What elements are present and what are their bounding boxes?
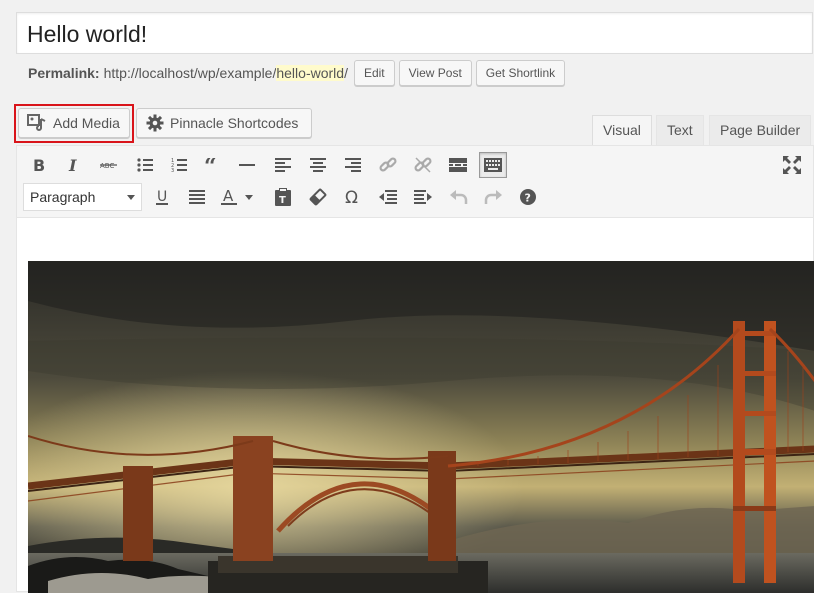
- italic-icon[interactable]: I: [59, 152, 87, 178]
- align-right-icon[interactable]: [339, 152, 367, 178]
- editor-toolbar: B I ABC 123 “ Paragraph U A T Ω ?: [17, 146, 813, 218]
- format-select-value: Paragraph: [30, 189, 96, 205]
- permalink-slug[interactable]: hello-world: [276, 65, 345, 81]
- bullet-list-icon[interactable]: [131, 152, 159, 178]
- paste-text-icon[interactable]: T: [269, 184, 297, 210]
- read-more-icon[interactable]: [444, 152, 472, 178]
- view-post-button[interactable]: View Post: [398, 60, 472, 86]
- toolbar-toggle-icon[interactable]: [479, 152, 507, 178]
- permalink-label: Permalink:: [28, 65, 100, 81]
- fullscreen-icon[interactable]: [778, 152, 806, 178]
- svg-text:Ω: Ω: [345, 189, 358, 205]
- clear-formatting-icon[interactable]: [304, 184, 332, 210]
- svg-text:B: B: [33, 157, 45, 173]
- numbered-list-icon[interactable]: 123: [165, 152, 193, 178]
- svg-text:“: “: [204, 158, 217, 172]
- redo-icon[interactable]: [479, 184, 507, 210]
- help-icon[interactable]: ?: [514, 184, 542, 210]
- edit-permalink-button[interactable]: Edit: [353, 60, 395, 86]
- align-left-icon[interactable]: [269, 152, 297, 178]
- tab-page-builder[interactable]: Page Builder: [709, 115, 812, 145]
- underline-icon[interactable]: U: [148, 184, 176, 210]
- svg-text:ABC: ABC: [100, 162, 114, 170]
- tab-visual[interactable]: Visual: [592, 115, 652, 146]
- pinnacle-shortcodes-button[interactable]: Pinnacle Shortcodes: [136, 108, 312, 138]
- permalink-base-url: http://localhost/wp/example/: [103, 65, 277, 81]
- chevron-down-icon: [127, 195, 135, 200]
- svg-text:T: T: [279, 195, 286, 206]
- align-center-icon[interactable]: [304, 152, 332, 178]
- undo-icon[interactable]: [445, 184, 473, 210]
- justify-icon[interactable]: [183, 184, 211, 210]
- strikethrough-icon[interactable]: ABC: [95, 152, 123, 178]
- golden-gate-bridge-photo[interactable]: [28, 261, 814, 593]
- format-select[interactable]: Paragraph: [23, 183, 142, 211]
- insert-link-icon[interactable]: [374, 152, 402, 178]
- add-media-button[interactable]: Add Media: [18, 108, 130, 138]
- svg-text:A: A: [223, 188, 234, 205]
- get-shortlink-button[interactable]: Get Shortlink: [475, 60, 566, 86]
- horizontal-line-icon[interactable]: [233, 152, 261, 178]
- svg-text:3: 3: [171, 168, 174, 173]
- pinnacle-shortcodes-label: Pinnacle Shortcodes: [170, 115, 299, 131]
- add-media-icon: [27, 114, 46, 131]
- remove-link-icon[interactable]: [409, 152, 437, 178]
- svg-text:U: U: [157, 189, 167, 205]
- outdent-icon[interactable]: [374, 184, 402, 210]
- post-title-input[interactable]: Hello world!: [16, 12, 813, 54]
- svg-text:?: ?: [525, 192, 531, 205]
- indent-icon[interactable]: [409, 184, 437, 210]
- add-media-label: Add Media: [53, 115, 120, 131]
- permalink-trail: /: [344, 65, 348, 81]
- text-color-icon[interactable]: A: [217, 184, 259, 210]
- gear-icon: [146, 114, 164, 132]
- special-character-icon[interactable]: Ω: [339, 184, 367, 210]
- blockquote-icon[interactable]: “: [199, 152, 227, 178]
- editor-area[interactable]: B I ABC 123 “ Paragraph U A T Ω ?: [16, 145, 814, 593]
- svg-text:I: I: [68, 157, 77, 173]
- tab-text[interactable]: Text: [656, 115, 704, 145]
- bold-icon[interactable]: B: [25, 152, 53, 178]
- permalink-bar: Permalink: http://localhost/wp/example/h…: [28, 60, 566, 86]
